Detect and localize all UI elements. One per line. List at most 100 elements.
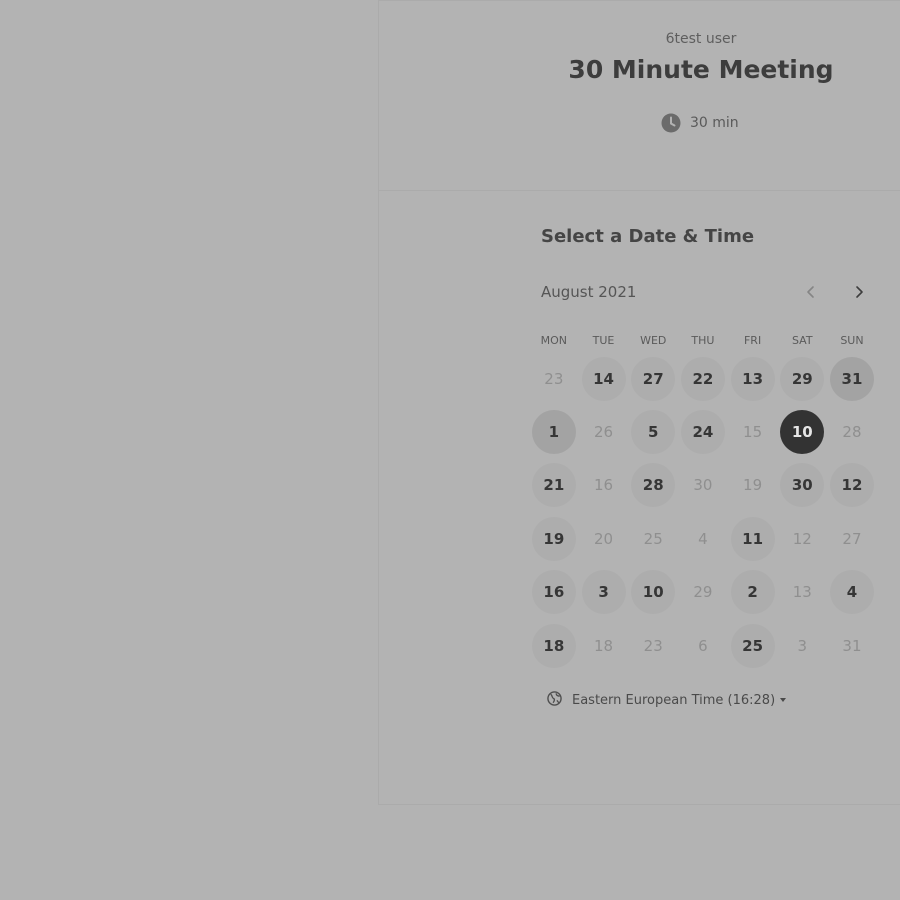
weekday-label: THU — [691, 334, 715, 347]
weekday-label: FRI — [743, 334, 762, 347]
timezone-selector[interactable]: Eastern European Time (16:28) — [547, 689, 787, 711]
calendar-day-cell: 10 — [628, 566, 678, 619]
calendar-day-cell: 13 — [728, 352, 778, 405]
available-day-button[interactable]: 25 — [730, 623, 775, 668]
available-day-button[interactable]: 28 — [631, 463, 676, 508]
calendar-day-cell: 15 — [728, 405, 778, 458]
weekday-header: MON TUE WED THU FRI SAT SUN — [529, 334, 877, 347]
available-day-button[interactable]: 31 — [829, 356, 874, 401]
unavailable-day: 23 — [544, 369, 564, 388]
available-day-button[interactable]: 1 — [531, 410, 576, 455]
calendar-day-cell: 23 — [628, 619, 678, 672]
available-day-button[interactable]: 18 — [531, 623, 576, 668]
available-day-button[interactable]: 11 — [730, 516, 775, 561]
available-day-button[interactable]: 27 — [631, 356, 676, 401]
unavailable-day: 19 — [743, 476, 763, 495]
calendar-day-cell: 19 — [529, 512, 579, 565]
available-day-button[interactable]: 13 — [730, 356, 775, 401]
calendar-day-cell: 18 — [579, 619, 629, 672]
unavailable-day: 4 — [698, 529, 708, 548]
unavailable-day: 25 — [643, 529, 663, 548]
selected-day-button[interactable]: 10 — [780, 410, 825, 455]
event-header: 6test user 30 Minute Meeting 30 min — [379, 1, 900, 191]
event-title: 30 Minute Meeting — [568, 55, 834, 84]
previous-month-button[interactable] — [796, 278, 826, 308]
weekday-label: SAT — [791, 334, 813, 347]
unavailable-day: 20 — [593, 529, 614, 548]
chevron-right-icon — [853, 284, 865, 303]
unavailable-day: 28 — [842, 423, 862, 442]
calendar-day-cell: 28 — [628, 459, 678, 512]
available-day-button[interactable]: 14 — [581, 356, 626, 401]
available-day-button[interactable]: 29 — [780, 356, 825, 401]
unavailable-day: 16 — [593, 476, 614, 495]
calendar-day-cell: 16 — [529, 566, 579, 619]
calendar-day-cell: 24 — [678, 405, 728, 458]
weekday-label: WED — [640, 334, 667, 347]
calendar-day-cell: 5 — [628, 405, 678, 458]
calendar-day-cell: 23 — [529, 352, 579, 405]
calendar-day-cell: 3 — [777, 619, 827, 672]
calendar-day-cell: 31 — [827, 352, 877, 405]
booking-page: 6test user 30 Minute Meeting 30 min Sele… — [0, 0, 900, 900]
calendar-day-cell: 12 — [777, 512, 827, 565]
unavailable-day: 18 — [593, 636, 614, 655]
calendar-day-cell: 29 — [678, 566, 728, 619]
duration-info: 30 min — [661, 111, 739, 135]
calendar-day-cell: 25 — [628, 512, 678, 565]
calendar-day-cell: 22 — [678, 352, 728, 405]
calendar-day-cell: 11 — [728, 512, 778, 565]
available-day-button[interactable]: 19 — [531, 516, 576, 561]
calendar-day-cell: 28 — [827, 405, 877, 458]
calendar-day-cell: 19 — [728, 459, 778, 512]
clock-icon — [661, 113, 681, 133]
section-title: Select a Date & Time — [541, 226, 755, 247]
calendar-day-cell: 25 — [728, 619, 778, 672]
next-month-button[interactable] — [844, 278, 874, 308]
unavailable-day: 29 — [693, 583, 713, 602]
weekday-label: SUN — [840, 334, 864, 347]
weekday-label: MON — [540, 334, 568, 347]
chevron-left-icon — [805, 284, 817, 303]
calendar-day-cell: 21 — [529, 459, 579, 512]
calendar-day-cell: 3 — [579, 566, 629, 619]
available-day-button[interactable]: 30 — [780, 463, 825, 508]
available-day-button[interactable]: 21 — [531, 463, 576, 508]
scheduling-panel: 6test user 30 Minute Meeting 30 min Sele… — [378, 0, 900, 805]
unavailable-day: 30 — [693, 476, 713, 495]
available-day-button[interactable]: 2 — [730, 570, 775, 615]
timezone-label: Eastern European Time (16:28) — [572, 692, 776, 708]
calendar-day-cell: 10 — [777, 405, 827, 458]
weekday-label: TUE — [592, 334, 615, 347]
calendar-day-cell: 4 — [678, 512, 728, 565]
available-day-button[interactable]: 3 — [581, 570, 626, 615]
calendar-day-cell: 1 — [529, 405, 579, 458]
available-day-button[interactable]: 4 — [829, 570, 874, 615]
unavailable-day: 12 — [792, 529, 812, 548]
calendar-day-cell: 6 — [678, 619, 728, 672]
unavailable-day: 6 — [698, 636, 708, 655]
unavailable-day: 23 — [643, 636, 663, 655]
duration-text: 30 min — [690, 115, 739, 131]
available-day-button[interactable]: 5 — [631, 410, 676, 455]
available-day-button[interactable]: 16 — [531, 570, 576, 615]
globe-icon — [547, 690, 562, 710]
calendar-grid: 23 14 27 22 13 29 31 1 26 5 24 15 10 28 21 16 28 30 19 30 12… — [529, 352, 877, 672]
unavailable-day: 27 — [842, 529, 862, 548]
available-day-button[interactable]: 22 — [680, 356, 725, 401]
calendar-day-cell: 31 — [827, 619, 877, 672]
calendar-day-cell: 27 — [827, 512, 877, 565]
unavailable-day: 3 — [797, 636, 808, 655]
calendar-day-cell: 18 — [529, 619, 579, 672]
calendar-day-cell: 30 — [777, 459, 827, 512]
calendar-day-cell: 30 — [678, 459, 728, 512]
available-day-button[interactable]: 10 — [631, 570, 676, 615]
caret-down-icon — [780, 698, 787, 702]
unavailable-day: 15 — [743, 423, 763, 442]
calendar-day-cell: 12 — [827, 459, 877, 512]
unavailable-day: 26 — [593, 423, 614, 442]
available-day-button[interactable]: 24 — [680, 410, 725, 455]
available-day-button[interactable]: 12 — [829, 463, 874, 508]
calendar-day-cell: 2 — [728, 566, 778, 619]
calendar-day-cell: 26 — [579, 405, 629, 458]
